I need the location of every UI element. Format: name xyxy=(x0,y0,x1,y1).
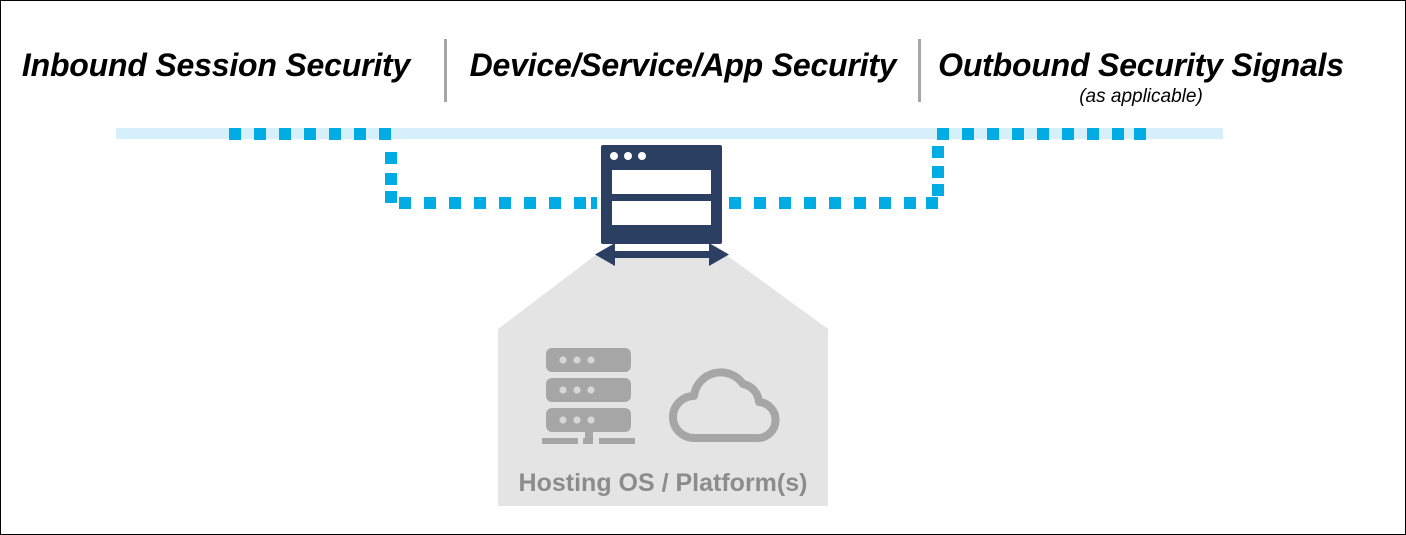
security-signal-band xyxy=(116,128,1223,139)
diagram-canvas: Inbound Session Security Device/Service/… xyxy=(0,0,1406,535)
browser-content-pane xyxy=(612,170,711,194)
browser-content-pane xyxy=(612,201,711,225)
hosting-platform-label: Hosting OS / Platform(s) xyxy=(518,469,808,497)
server-stack-icon xyxy=(542,348,635,444)
titlebar-dot-icon xyxy=(638,152,646,160)
cloud-icon xyxy=(669,368,780,443)
titlebar-dot-icon xyxy=(610,152,618,160)
bidirectional-arrow-icon xyxy=(595,243,729,266)
titlebar-dot-icon xyxy=(624,152,632,160)
browser-window-icon xyxy=(601,145,722,244)
